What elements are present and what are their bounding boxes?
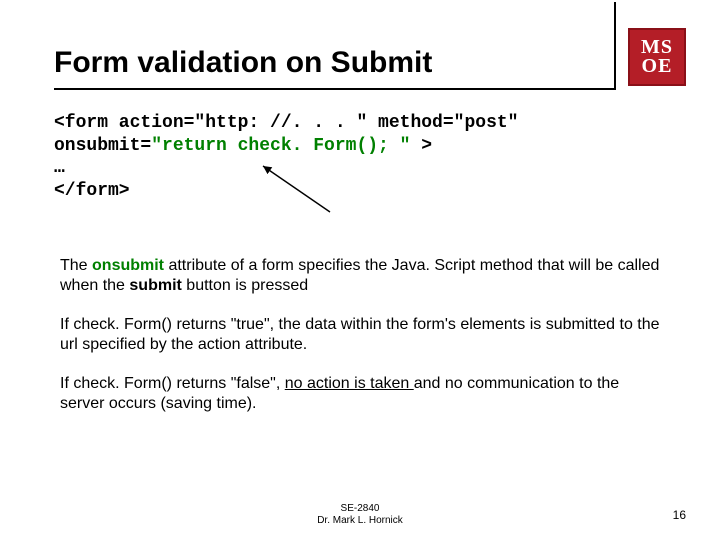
page-number: 16 (673, 508, 686, 522)
code-line-2a: onsubmit= (54, 136, 151, 156)
msoe-logo: MS OE (628, 28, 686, 86)
code-example: <form action="http: //. . . " method="po… (54, 112, 664, 202)
code-onsubmit-value: "return check. Form(); " (151, 136, 410, 156)
code-line-2c: > (410, 136, 432, 156)
p1-a: The (60, 257, 92, 274)
code-line-4: </form> (54, 181, 130, 201)
keyword-onsubmit: onsubmit (92, 257, 164, 274)
code-line-1: <form action="http: //. . . " method="po… (54, 113, 518, 133)
footer: SE-2840 Dr. Mark L. Hornick (0, 503, 720, 526)
p3-a: If check. Form() returns "false", (60, 375, 285, 392)
title-container: Form validation on Submit (54, 46, 432, 86)
p1-e: button is pressed (182, 277, 308, 294)
footer-course: SE-2840 (0, 503, 720, 515)
paragraph-3: If check. Form() returns "false", no act… (60, 374, 662, 413)
code-line-3: … (54, 158, 65, 178)
paragraph-1: The onsubmit attribute of a form specifi… (60, 256, 662, 295)
keyword-submit: submit (129, 277, 181, 294)
title-underline (54, 88, 614, 90)
body-text: The onsubmit attribute of a form specifi… (60, 256, 662, 433)
logo-line-2: OE (642, 57, 673, 76)
underlined-no-action: no action is taken (285, 375, 414, 392)
page-title: Form validation on Submit (54, 46, 432, 80)
slide: MS OE Form validation on Submit <form ac… (0, 0, 720, 540)
footer-author: Dr. Mark L. Hornick (0, 515, 720, 527)
title-divider-vertical (614, 2, 616, 90)
paragraph-2: If check. Form() returns "true", the dat… (60, 315, 662, 354)
